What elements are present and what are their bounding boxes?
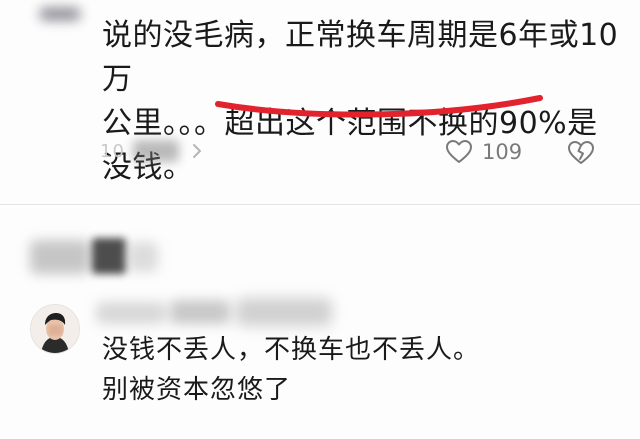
comment-meta: 10 — [100, 140, 207, 162]
comment-thread: 说的没毛病，正常换车周期是6年或10万 公里。。。超出这个范围不换的90%是 没… — [0, 0, 640, 439]
redacted-block — [128, 242, 158, 272]
comment-time: 10 — [100, 140, 125, 162]
avatar-image — [31, 305, 79, 353]
redacted-header-fragment — [40, 8, 80, 20]
redacted-block — [96, 302, 166, 324]
redacted-block — [92, 238, 126, 274]
chevron-right-icon[interactable] — [187, 141, 207, 161]
redacted-block — [170, 300, 230, 324]
broken-heart-icon[interactable] — [568, 141, 594, 165]
reply-line-2: 别被资本忽悠了 — [102, 375, 292, 405]
like-count: 109 — [482, 140, 523, 164]
redacted-meta — [132, 140, 179, 162]
redacted-reply-header — [30, 232, 160, 276]
redacted-username — [96, 298, 336, 326]
redacted-block — [30, 240, 90, 274]
like-button[interactable]: 109 — [446, 140, 522, 164]
redacted-block — [236, 298, 332, 326]
comment-line-1: 说的没毛病，正常换车周期是6年或10万 — [102, 18, 619, 97]
thread-divider — [0, 204, 640, 205]
avatar[interactable] — [30, 304, 80, 354]
reply-body: 没钱不丢人，不换车也不丢人。 别被资本忽悠了 — [102, 330, 602, 410]
heart-outline-icon — [446, 140, 472, 163]
red-highlight-underline — [215, 95, 543, 118]
reply-line-1: 没钱不丢人，不换车也不丢人。 — [102, 335, 481, 365]
